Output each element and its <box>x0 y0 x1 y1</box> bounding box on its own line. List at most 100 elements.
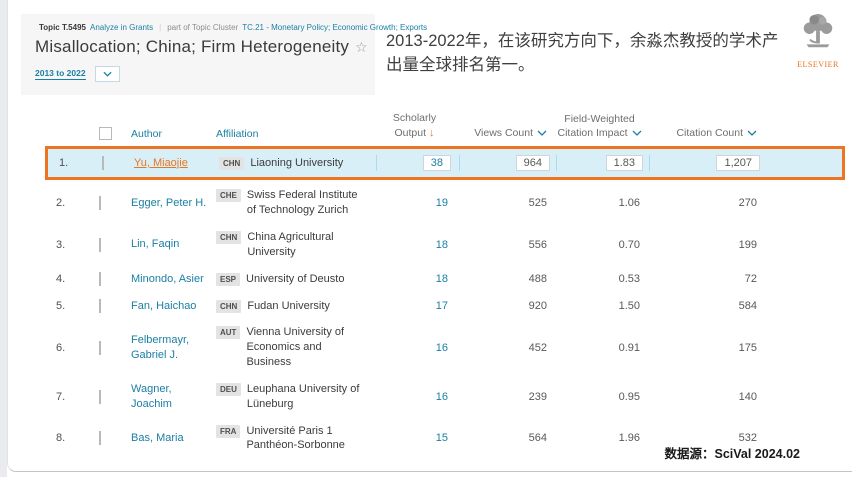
fwci-value: 1.06 <box>619 197 640 209</box>
date-range-dropdown[interactable] <box>95 66 120 82</box>
scholarly-output-value[interactable]: 16 <box>436 391 448 403</box>
rank-cell: 3. <box>49 239 81 251</box>
page-margin-strip <box>0 0 7 477</box>
views-count-value: 452 <box>529 342 547 354</box>
author-link[interactable]: Lin, Faqin <box>131 237 216 252</box>
affiliation-text: Leuphana University of Lüneburg <box>247 382 363 412</box>
table-row: 4. Minondo, Asier ESP University of Deus… <box>49 267 839 292</box>
country-badge: AUT <box>216 326 240 339</box>
citation-count-value: 1,207 <box>716 155 760 171</box>
fwci-value: 0.70 <box>619 239 640 251</box>
fwci-value: 1.50 <box>619 300 640 312</box>
author-link[interactable]: Bas, Maria <box>131 431 216 446</box>
views-count-cell: 452 <box>456 342 553 354</box>
affiliation-text: Swiss Federal Institute of Technology Zu… <box>247 188 363 218</box>
fwci-cell: 1.50 <box>553 300 646 312</box>
country-badge: ESP <box>216 273 240 286</box>
table-row: 6. Felbermayr, Gabriel J. AUT Vienna Uni… <box>49 320 839 375</box>
country-badge: DEU <box>216 383 241 396</box>
scholarly-output-value[interactable]: 18 <box>436 239 448 251</box>
citation-count-value: 72 <box>745 273 757 285</box>
row-checkbox[interactable] <box>102 156 104 170</box>
rank-cell: 5. <box>49 300 81 312</box>
citation-count-cell: 199 <box>646 239 763 251</box>
citation-count-value: 140 <box>739 391 757 403</box>
rank-cell: 7. <box>49 391 81 403</box>
column-header-affiliation[interactable]: Affiliation <box>216 128 258 140</box>
views-count-value: 488 <box>529 273 547 285</box>
table-row: 5. Fan, Haichao CHN Fudan University 17 … <box>49 294 839 319</box>
divider: | <box>157 23 163 32</box>
cluster-prefix-label: part of Topic Cluster <box>167 23 238 32</box>
affiliation-text: Liaoning University <box>250 156 343 171</box>
citation-count-value: 584 <box>739 300 757 312</box>
scholarly-output-value[interactable]: 17 <box>436 300 448 312</box>
table-body: 1. Yu, Miaojie CHN Liaoning University 3… <box>49 146 839 458</box>
scholarly-output-cell: 38 <box>376 155 459 171</box>
row-checkbox[interactable] <box>99 196 101 210</box>
citation-count-cell: 1,207 <box>649 155 766 171</box>
column-header-views-count[interactable]: Views Count <box>456 127 553 141</box>
headline-annotation: 2013-2022年，在该研究方向下，余淼杰教授的学术产出量全球排名第一。 <box>386 30 786 78</box>
views-count-cell: 564 <box>456 432 553 444</box>
author-ranking-table: Author Affiliation Scholarly Output↓ Vie… <box>49 112 839 460</box>
views-count-value: 564 <box>529 432 547 444</box>
citation-count-cell: 175 <box>646 342 763 354</box>
scholarly-output-cell: 15 <box>373 432 456 444</box>
author-link[interactable]: Yu, Miaojie <box>134 156 219 171</box>
fwci-cell: 0.70 <box>553 239 646 251</box>
select-all-checkbox[interactable] <box>99 127 112 140</box>
country-badge: CHN <box>216 231 241 244</box>
fwci-cell: 1.83 <box>556 155 649 171</box>
views-count-value: 920 <box>529 300 547 312</box>
country-badge: CHN <box>219 157 244 170</box>
scholarly-output-value[interactable]: 18 <box>436 273 448 285</box>
affiliation-text: Vienna University of Economics and Busin… <box>246 325 363 370</box>
column-header-citation-count[interactable]: Citation Count <box>646 127 763 141</box>
topic-id-label: Topic T.5495 <box>39 23 86 32</box>
analyze-in-grants-link[interactable]: Analyze in Grants <box>90 23 153 32</box>
author-link[interactable]: Minondo, Asier <box>131 272 216 287</box>
author-link[interactable]: Fan, Haichao <box>131 299 216 314</box>
author-link[interactable]: Wagner, Joachim <box>131 382 216 412</box>
column-header-fwci[interactable]: Field-Weighted Citation Impact <box>553 113 646 140</box>
chevron-down-icon <box>632 127 642 141</box>
scholarly-output-value[interactable]: 38 <box>423 155 451 171</box>
column-header-author[interactable]: Author <box>131 128 162 140</box>
affiliation-text: Université Paris 1 Panthéon-Sorbonne <box>246 424 363 454</box>
fwci-cell: 0.91 <box>553 342 646 354</box>
sort-descending-icon: ↓ <box>429 127 435 139</box>
fwci-value: 0.53 <box>619 273 640 285</box>
row-checkbox[interactable] <box>99 299 101 313</box>
views-count-value: 964 <box>516 155 550 171</box>
rank-cell: 4. <box>49 273 81 285</box>
row-checkbox[interactable] <box>99 390 101 404</box>
elsevier-wordmark: ELSEVIER <box>790 60 846 69</box>
author-link[interactable]: Egger, Peter H. <box>131 196 216 211</box>
table-header-row: Author Affiliation Scholarly Output↓ Vie… <box>49 112 839 146</box>
row-checkbox[interactable] <box>99 238 101 252</box>
citation-count-cell: 270 <box>646 197 763 209</box>
scholarly-output-value[interactable]: 19 <box>436 197 448 209</box>
author-link[interactable]: Felbermayr, Gabriel J. <box>131 333 216 363</box>
views-count-cell: 920 <box>456 300 553 312</box>
chevron-down-icon <box>103 71 112 77</box>
elsevier-tree-icon <box>799 12 837 54</box>
topic-meta-line: Topic T.5495 Analyze in Grants | part of… <box>35 23 363 32</box>
row-checkbox[interactable] <box>99 272 101 286</box>
fwci-cell: 0.53 <box>553 273 646 285</box>
scholarly-output-value[interactable]: 15 <box>436 432 448 444</box>
views-count-cell: 239 <box>456 391 553 403</box>
column-header-scholarly-output[interactable]: Scholarly Output↓ <box>373 112 456 140</box>
scholarly-output-value[interactable]: 16 <box>436 342 448 354</box>
scholarly-output-cell: 19 <box>373 197 456 209</box>
chevron-down-icon <box>747 127 757 141</box>
slide-canvas: Topic T.5495 Analyze in Grants | part of… <box>7 0 852 472</box>
rank-cell: 2. <box>49 197 81 209</box>
row-checkbox[interactable] <box>99 431 101 445</box>
views-count-cell: 525 <box>456 197 553 209</box>
date-range-link[interactable]: 2013 to 2022 <box>35 68 86 80</box>
favorite-star-icon[interactable]: ☆ <box>355 39 368 55</box>
topic-header-panel: Topic T.5495 Analyze in Grants | part of… <box>21 14 375 95</box>
row-checkbox[interactable] <box>99 341 101 355</box>
